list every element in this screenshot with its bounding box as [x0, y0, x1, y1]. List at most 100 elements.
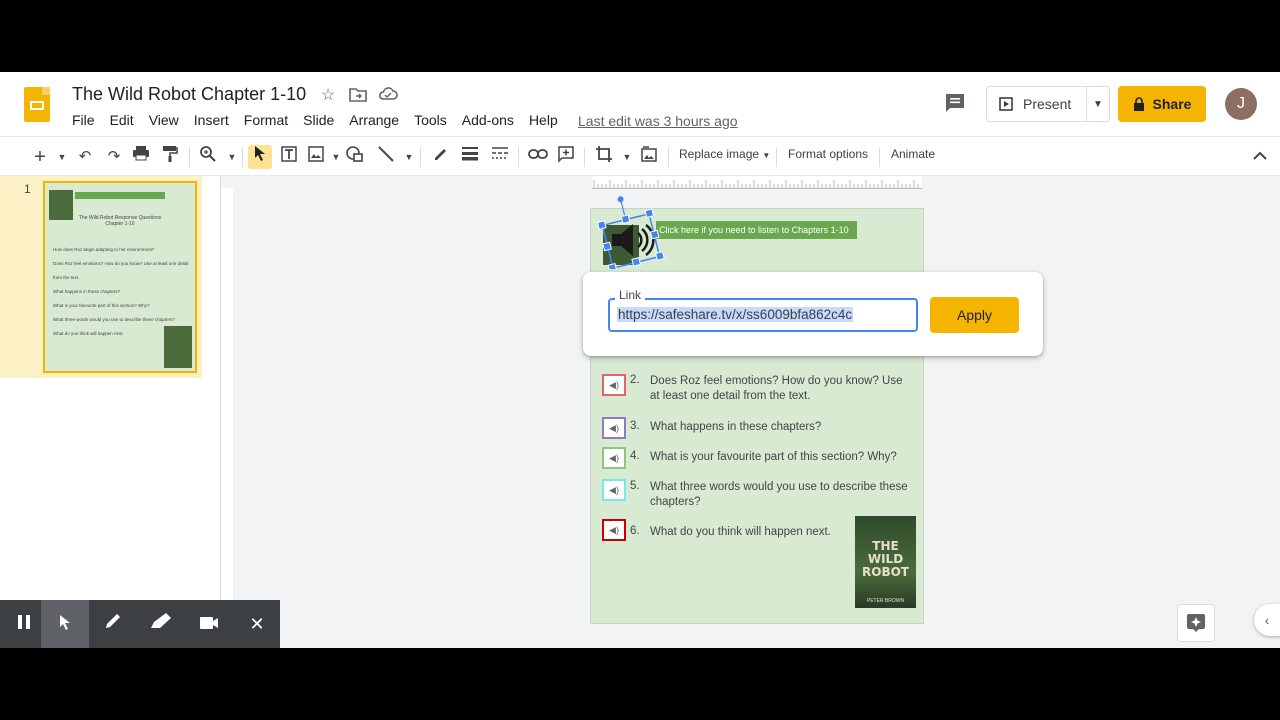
- border-weight-icon[interactable]: [460, 145, 480, 169]
- menu-tools[interactable]: Tools: [414, 112, 447, 128]
- question-4-audio-icon[interactable]: ◀): [602, 447, 626, 469]
- question-3-audio-icon[interactable]: ◀): [602, 417, 626, 439]
- share-button[interactable]: Share: [1118, 86, 1206, 122]
- border-color-icon[interactable]: [430, 145, 450, 169]
- selection-handles[interactable]: [597, 193, 665, 269]
- crop-dropdown-icon[interactable]: ▼: [617, 145, 637, 169]
- crop-icon[interactable]: [594, 145, 614, 169]
- move-folder-icon[interactable]: [348, 86, 368, 106]
- question-2-audio-icon[interactable]: ◀): [602, 374, 626, 396]
- replace-image-button[interactable]: Replace image ▼: [679, 147, 770, 161]
- print-icon[interactable]: [131, 145, 151, 169]
- question-5-audio-icon[interactable]: ◀): [602, 479, 626, 501]
- question-2-text: Does Roz feel emotions? How do you know?…: [650, 375, 903, 402]
- insert-link-icon[interactable]: [528, 145, 548, 169]
- add-comment-icon[interactable]: [556, 145, 576, 169]
- question-5-text: What three words would you use to descri…: [650, 481, 908, 508]
- menu-file[interactable]: File: [72, 112, 95, 128]
- side-panel-toggle-icon[interactable]: ‹: [1254, 604, 1280, 636]
- thumbnail-question: Does Roz feel emotions? How do you know?…: [53, 261, 189, 280]
- camera-icon[interactable]: [185, 600, 233, 648]
- redo-icon[interactable]: ↷: [104, 145, 124, 169]
- present-icon: [999, 97, 1013, 111]
- slide-number: 1: [24, 182, 31, 196]
- close-icon[interactable]: ✕: [233, 600, 281, 648]
- menu-view[interactable]: View: [149, 112, 179, 128]
- menu-help[interactable]: Help: [529, 112, 558, 128]
- toolbar: + ▼ ↶ ↷ ▼ ▼ ▼ ▼ Replace image ▼ Format o…: [0, 136, 1280, 176]
- link-input[interactable]: https://safeshare.tv/x/ss6009bfa862c4c: [608, 298, 918, 332]
- zoom-dropdown-icon[interactable]: ▼: [222, 145, 242, 169]
- image-icon[interactable]: [306, 145, 326, 169]
- highlighter-tool-icon[interactable]: [137, 600, 185, 648]
- listen-link-banner[interactable]: Click here if you need to listen to Chap…: [656, 221, 857, 239]
- comments-icon[interactable]: [943, 92, 967, 114]
- avatar[interactable]: J: [1225, 88, 1257, 120]
- thumbnail-book-image: [49, 190, 73, 220]
- vertical-ruler[interactable]: [221, 188, 233, 648]
- link-input-value[interactable]: https://safeshare.tv/x/ss6009bfa862c4c: [617, 307, 854, 322]
- menu-edit[interactable]: Edit: [110, 112, 134, 128]
- audio-image-selected[interactable]: [597, 196, 665, 269]
- question-6-audio-icon[interactable]: ◀): [602, 519, 626, 541]
- thumbnail-question: What happens in these chapters?: [53, 289, 121, 294]
- undo-icon[interactable]: ↶: [75, 145, 95, 169]
- replace-image-label: Replace image: [679, 147, 760, 161]
- shape-icon[interactable]: [345, 145, 365, 169]
- reset-image-icon[interactable]: [639, 145, 659, 169]
- explore-assistant-icon[interactable]: [1177, 604, 1215, 642]
- thumbnail-question: How does Roz begin adapting to her envir…: [53, 247, 155, 252]
- format-options-button[interactable]: Format options: [788, 147, 868, 161]
- menu-insert[interactable]: Insert: [194, 112, 229, 128]
- menu-add-ons[interactable]: Add-ons: [462, 112, 514, 128]
- image-dropdown-icon[interactable]: ▼: [326, 145, 346, 169]
- new-slide-icon[interactable]: +: [30, 145, 50, 169]
- star-icon[interactable]: ☆: [318, 86, 338, 106]
- animate-button[interactable]: Animate: [891, 147, 935, 161]
- question-2-number: 2.: [630, 374, 640, 386]
- book-cover-image[interactable]: THE WILD ROBOT PETER BROWN: [855, 516, 916, 608]
- present-button[interactable]: Present: [987, 87, 1087, 121]
- link-label: Link: [615, 288, 646, 302]
- menu-bar: File Edit View Insert Format Slide Arran…: [72, 112, 573, 128]
- border-dash-icon[interactable]: [490, 145, 510, 169]
- document-title[interactable]: The Wild Robot Chapter 1-10: [72, 84, 306, 105]
- select-tool-icon[interactable]: [248, 145, 272, 169]
- line-dropdown-icon[interactable]: ▼: [399, 145, 419, 169]
- thumbnail-book-cover: [164, 326, 192, 368]
- apply-button[interactable]: Apply: [930, 297, 1019, 333]
- lock-icon: [1133, 97, 1144, 111]
- book-title: THE WILD ROBOT: [862, 539, 909, 579]
- present-label: Present: [1023, 96, 1072, 112]
- new-slide-dropdown-icon[interactable]: ▼: [52, 145, 72, 169]
- question-4-number: 4.: [630, 450, 640, 462]
- menu-arrange[interactable]: Arrange: [349, 112, 399, 128]
- thumbnail-question: What three words would you use to descri…: [53, 317, 175, 322]
- filmstrip-panel: 1 The Wild Robot Response Questions Chap…: [0, 176, 221, 648]
- slide-thumbnail[interactable]: The Wild Robot Response Questions Chapte…: [43, 181, 197, 373]
- horizontal-ruler[interactable]: [592, 176, 922, 189]
- line-icon[interactable]: [376, 145, 396, 169]
- last-edit-link[interactable]: Last edit was 3 hours ago: [578, 113, 738, 129]
- question-5-number: 5.: [630, 480, 640, 492]
- pen-tool-icon[interactable]: [89, 600, 137, 648]
- question-6-number: 6.: [630, 525, 640, 537]
- zoom-icon[interactable]: [198, 145, 218, 169]
- menu-slide[interactable]: Slide: [303, 112, 334, 128]
- book-author: PETER BROWN: [866, 598, 905, 604]
- paint-format-icon[interactable]: [160, 145, 180, 169]
- pointer-tool-icon[interactable]: [41, 600, 89, 648]
- text-box-icon[interactable]: [279, 145, 299, 169]
- question-3-number: 3.: [630, 420, 640, 432]
- cloud-saved-icon[interactable]: [378, 86, 398, 106]
- menu-format[interactable]: Format: [244, 112, 288, 128]
- link-popup: https://safeshare.tv/x/ss6009bfa862c4c L…: [583, 272, 1043, 356]
- thumbnail-heading: The Wild Robot Response Questions Chapte…: [78, 215, 162, 227]
- collapse-toolbar-icon[interactable]: [1250, 145, 1270, 169]
- slides-logo-icon[interactable]: [24, 87, 50, 122]
- thumbnail-question: What is your favourite part of this sect…: [53, 303, 150, 308]
- present-button-group: Present ▼: [986, 86, 1110, 122]
- present-dropdown-icon[interactable]: ▼: [1087, 99, 1109, 110]
- recording-toolbar: ✕: [0, 600, 280, 648]
- thumbnail-banner: [75, 192, 165, 199]
